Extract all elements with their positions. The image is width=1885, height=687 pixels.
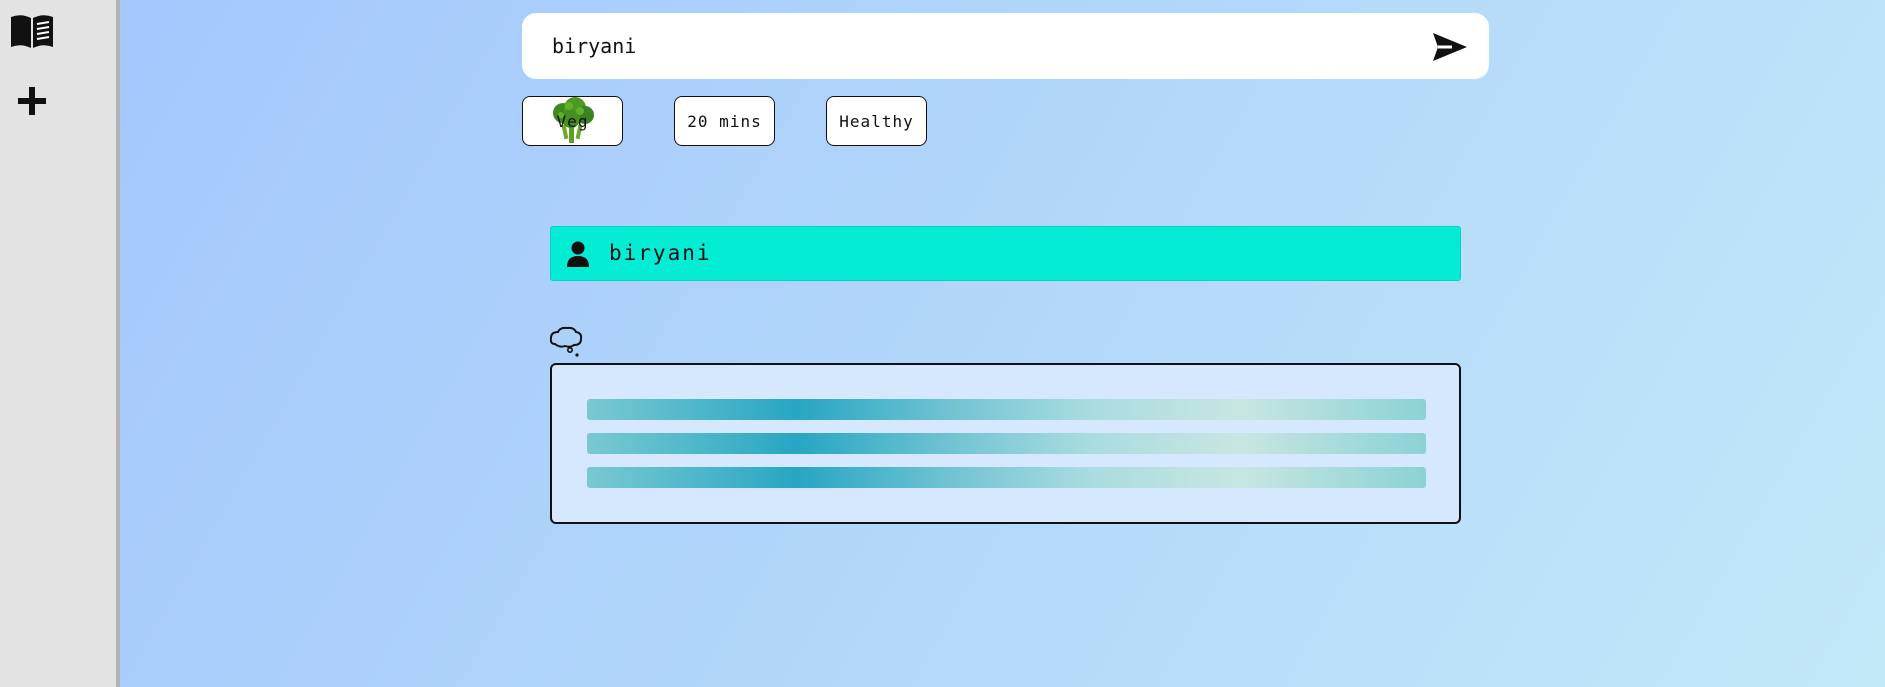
loading-skeleton-line xyxy=(587,399,1426,420)
sidebar xyxy=(0,0,120,687)
filter-chip-label: 20 mins xyxy=(687,111,762,131)
filter-chip-time[interactable]: 20 mins xyxy=(674,96,775,146)
search-bar xyxy=(522,13,1489,79)
filter-chip-healthy[interactable]: Healthy xyxy=(826,96,927,146)
response-box xyxy=(550,363,1461,524)
plus-icon[interactable] xyxy=(10,81,54,121)
loading-skeleton-line xyxy=(587,433,1426,454)
filter-chip-veg[interactable]: Veg xyxy=(522,96,623,146)
loading-skeleton-line xyxy=(587,467,1426,488)
filter-chip-label: Healthy xyxy=(839,111,914,131)
user-message: biryani xyxy=(550,226,1461,281)
search-input[interactable] xyxy=(552,29,1412,63)
filter-chip-label: Veg xyxy=(556,111,589,131)
recipe-book-icon[interactable] xyxy=(10,11,54,51)
user-icon xyxy=(567,241,589,267)
thought-bubble-icon xyxy=(549,326,583,357)
user-message-text: biryani xyxy=(609,241,712,265)
send-icon[interactable] xyxy=(1430,30,1470,64)
